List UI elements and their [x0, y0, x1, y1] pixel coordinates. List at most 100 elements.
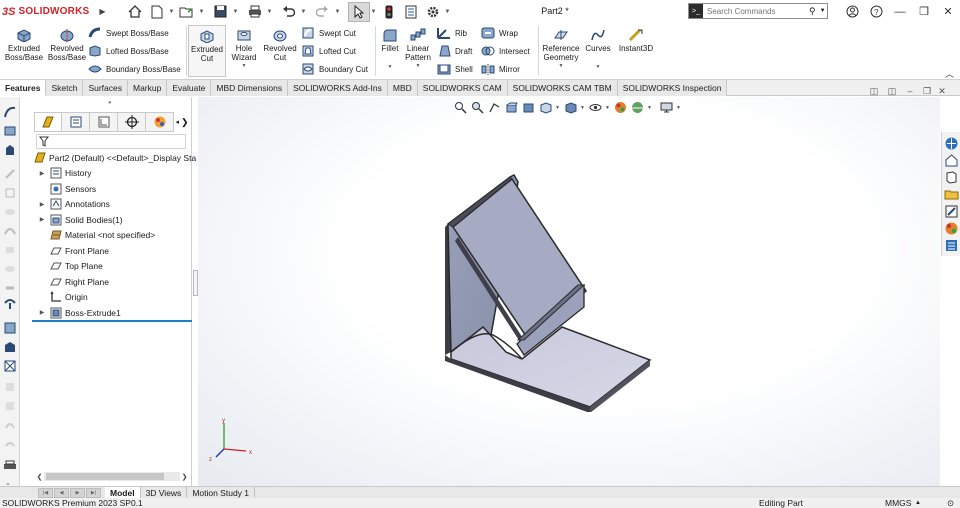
- tab-features[interactable]: Features: [0, 80, 47, 96]
- view-orientation-icon[interactable]: [3, 359, 17, 373]
- view-settings-button[interactable]: [659, 100, 674, 115]
- save-dropdown-icon[interactable]: ▼: [232, 9, 240, 15]
- boundary-boss-button[interactable]: Boundary Boss/Base: [88, 63, 181, 75]
- section-view-icon[interactable]: [3, 340, 17, 354]
- new-button[interactable]: [146, 2, 168, 22]
- display-manager-tab[interactable]: [146, 112, 174, 132]
- tab-sketch[interactable]: Sketch: [46, 80, 84, 96]
- intersect-button[interactable]: Intersect: [481, 45, 530, 57]
- file-properties-button[interactable]: [400, 2, 422, 22]
- property-manager-tab[interactable]: [62, 112, 90, 132]
- tile-left-icon[interactable]: ◫: [866, 86, 882, 97]
- feature-manager-tab[interactable]: [34, 112, 62, 132]
- tree-item-annotations[interactable]: ▶ Annotations: [32, 197, 110, 211]
- view-settings-dropdown-icon[interactable]: ▼: [676, 105, 682, 111]
- view-orientation-dropdown-icon[interactable]: ▼: [555, 105, 561, 111]
- doc-minimize-icon[interactable]: –: [902, 86, 918, 97]
- hole-wizard-button[interactable]: Hole Wizard ▼: [227, 25, 261, 71]
- undo-button[interactable]: [278, 2, 300, 22]
- extruded-cut-button[interactable]: Extruded Cut: [188, 25, 226, 77]
- tab-mbd[interactable]: MBD: [387, 80, 418, 96]
- doc-restore-icon[interactable]: ❐: [920, 86, 934, 97]
- curves-dropdown-icon[interactable]: ▼: [583, 63, 613, 72]
- tile-right-icon[interactable]: ◫: [884, 86, 900, 97]
- tree-item-history[interactable]: ▶ History: [32, 166, 91, 180]
- expand-arrow-icon[interactable]: ▶: [38, 309, 46, 316]
- collapse-ribbon-icon[interactable]: ︿: [945, 67, 954, 80]
- bottom-tab-3d-views[interactable]: 3D Views: [141, 486, 188, 499]
- select-dropdown-icon[interactable]: ▼: [370, 9, 378, 15]
- close-button[interactable]: ✕: [936, 0, 960, 23]
- reference-geometry-dropdown-icon[interactable]: ▼: [541, 62, 581, 71]
- tab-markup[interactable]: Markup: [127, 80, 168, 96]
- file-explorer-icon[interactable]: [944, 170, 959, 185]
- solidworks-logo[interactable]: 3S SOLIDWORKS ▶: [2, 0, 106, 23]
- reference-geometry-button[interactable]: Reference Geometry ▼: [541, 25, 581, 71]
- help-button[interactable]: ?: [864, 0, 888, 23]
- graphics-area[interactable]: ▼ ▼ ▼ ▼ ▼ y x z: [198, 97, 940, 487]
- shell-button[interactable]: Shell: [437, 63, 473, 75]
- hide-show-dropdown-icon[interactable]: ▼: [605, 105, 611, 111]
- swept-boss-button[interactable]: Swept Boss/Base: [88, 27, 169, 39]
- open-button[interactable]: [176, 2, 198, 22]
- appearances-icon[interactable]: [944, 204, 959, 219]
- lofted-cut-button[interactable]: Lofted Cut: [301, 45, 356, 57]
- doc-close-icon[interactable]: ✕: [936, 86, 948, 97]
- rollback-bar[interactable]: [32, 320, 192, 322]
- display-style-button[interactable]: [563, 100, 578, 115]
- tree-item-sensors[interactable]: Sensors: [32, 182, 96, 196]
- sketch-tool-icon[interactable]: [3, 105, 17, 119]
- scroll-left-icon[interactable]: ◂: [175, 118, 179, 126]
- expand-arrow-icon[interactable]: ▶: [38, 216, 46, 223]
- zoom-to-fit-button[interactable]: [453, 100, 468, 115]
- lofted-boss-button[interactable]: Lofted Boss/Base: [88, 45, 169, 57]
- configuration-manager-tab[interactable]: [90, 112, 118, 132]
- boundary-cut-button[interactable]: Boundary Cut: [301, 63, 368, 75]
- scroll-right-arrow-icon[interactable]: ❯: [180, 473, 189, 481]
- next-tab-icon[interactable]: ▶: [70, 487, 85, 498]
- redo-dropdown-icon[interactable]: ▼: [334, 9, 342, 15]
- expand-arrow-icon[interactable]: ▶: [38, 201, 46, 208]
- extruded-boss-button[interactable]: Extruded Boss/Base: [3, 25, 45, 62]
- select-button[interactable]: [347, 1, 370, 22]
- part-model-phone-stand[interactable]: [438, 167, 658, 412]
- measure-tool-icon[interactable]: [3, 297, 17, 311]
- tab-surfaces[interactable]: Surfaces: [83, 80, 128, 96]
- swept-cut-button[interactable]: Swept Cut: [301, 27, 356, 39]
- unit-system-dropdown-icon[interactable]: ▲: [915, 498, 921, 508]
- manager-tabs-scroll[interactable]: ◂ ❯: [174, 114, 190, 130]
- tree-item-solid-bodies-1[interactable]: ▶ Solid Bodies(1): [32, 213, 123, 227]
- scene-dropdown-icon[interactable]: ▼: [647, 105, 653, 111]
- smart-dimension-icon[interactable]: [3, 124, 17, 138]
- fillet-dropdown-icon[interactable]: ▼: [378, 63, 402, 72]
- save-button[interactable]: [210, 2, 232, 22]
- extrude-tool-icon[interactable]: [3, 143, 17, 157]
- tree-filter-box[interactable]: [36, 134, 186, 149]
- hide-show-items-button[interactable]: [588, 100, 603, 115]
- tab-solidworks-cam[interactable]: SOLIDWORKS CAM: [417, 80, 508, 96]
- display-style-dropdown-icon[interactable]: ▼: [580, 105, 586, 111]
- rib-button[interactable]: Rib: [437, 27, 467, 39]
- wrap-button[interactable]: Wrap: [481, 27, 518, 39]
- tab-solidworks-cam-tbm[interactable]: SOLIDWORKS CAM TBM: [507, 80, 618, 96]
- options-button[interactable]: [422, 2, 444, 22]
- dynamic-annotation-button[interactable]: [521, 100, 536, 115]
- redo-button[interactable]: [312, 2, 334, 22]
- prev-tab-icon[interactable]: ◀: [54, 487, 69, 498]
- rebuild-status-icon[interactable]: ⊙: [947, 498, 954, 508]
- fillet-button[interactable]: Fillet ▼: [378, 25, 402, 72]
- previous-view-button[interactable]: [487, 100, 502, 115]
- dimxpert-manager-tab[interactable]: [118, 112, 146, 132]
- mass-properties-icon[interactable]: [3, 321, 17, 335]
- custom-properties-icon[interactable]: [944, 238, 959, 253]
- undo-dropdown-icon[interactable]: ▼: [300, 9, 308, 15]
- panel-grip-icon[interactable]: ●: [108, 100, 112, 106]
- search-commands-box[interactable]: >_ ⚲ ▼: [688, 3, 828, 19]
- tab-mbd-dimensions[interactable]: MBD Dimensions: [211, 80, 289, 96]
- tree-horizontal-scrollbar[interactable]: ❮ ❯: [35, 471, 189, 482]
- tab-solidworks-inspection[interactable]: SOLIDWORKS Inspection: [617, 80, 728, 96]
- print-button[interactable]: [244, 2, 266, 22]
- tab-evaluate[interactable]: Evaluate: [167, 80, 212, 96]
- print-dropdown-icon[interactable]: ▼: [266, 9, 274, 15]
- solidworks-resources-icon[interactable]: [944, 136, 959, 151]
